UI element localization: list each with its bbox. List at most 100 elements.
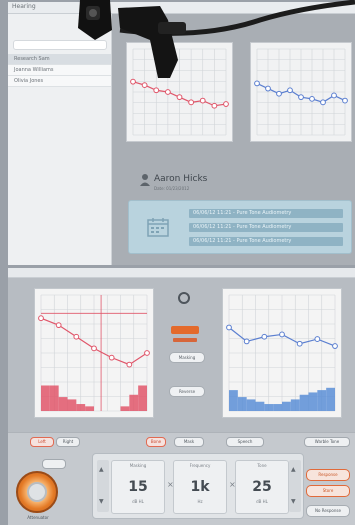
response-button[interactable]: Response <box>306 469 350 481</box>
threshold-marker <box>243 338 250 345</box>
histogram-bar <box>282 401 291 411</box>
gain-stepper[interactable]: ▲ ▼ <box>289 460 301 512</box>
frequency-cell: Frequency 1k Hz <box>173 460 227 514</box>
sessions-panel: 06/06/12 11:21 - Pure Tone Audiometry 06… <box>128 200 352 254</box>
right-ear-button[interactable]: Right <box>56 437 80 447</box>
level-value: 15 <box>128 479 148 495</box>
attenuator-label: Attenuator <box>27 515 49 520</box>
histogram-bar <box>317 390 327 411</box>
threshold-marker <box>199 97 206 104</box>
parameter-panel: ▲ ▼ Masking 15 dB HL × Frequency 1k Hz ×… <box>92 453 304 519</box>
level-label: Masking <box>129 463 147 468</box>
session-row[interactable]: 06/06/12 11:21 - Pure Tone Audiometry <box>189 223 343 232</box>
histogram-bar <box>76 404 86 411</box>
calendar-icon <box>147 218 169 237</box>
threshold-marker <box>108 354 115 361</box>
threshold-marker <box>320 99 326 106</box>
chevron-up-icon[interactable]: ▲ <box>99 466 104 473</box>
frequency-unit: Hz <box>197 499 203 504</box>
gain-cell: Tone 25 dB HL <box>235 460 289 514</box>
chevron-down-icon[interactable]: ▼ <box>99 498 104 505</box>
threshold-marker <box>211 102 218 109</box>
histogram-bar <box>120 406 130 411</box>
threshold-marker <box>144 350 150 356</box>
ear-toggle[interactable] <box>42 459 66 469</box>
gain-unit: dB HL <box>256 499 268 504</box>
reverse-button[interactable]: Reverse <box>169 386 205 397</box>
patient-name: Aaron Hicks <box>154 174 208 184</box>
bone-button[interactable]: Bone <box>146 437 166 447</box>
chevron-up-icon[interactable]: ▲ <box>291 466 296 473</box>
session-row[interactable]: 06/06/12 11:21 - Pure Tone Audiometry <box>189 209 343 218</box>
histogram-bar <box>326 387 335 411</box>
speech-button[interactable]: Speech <box>226 437 264 447</box>
histogram-bar <box>237 397 247 411</box>
patient-id: Date: 01/23/2012 <box>154 186 190 191</box>
threshold-marker <box>298 94 304 101</box>
left-ear-button[interactable]: Left <box>30 437 54 447</box>
histogram-bar <box>58 397 68 411</box>
threshold-marker <box>38 315 44 322</box>
status-indicator <box>171 326 199 334</box>
histogram-bar <box>49 385 59 411</box>
chevron-down-icon[interactable]: ▼ <box>291 498 296 505</box>
threshold-marker <box>176 94 183 101</box>
histogram-bar <box>41 385 50 411</box>
level-cell: Masking 15 dB HL <box>111 460 165 514</box>
histogram-bar <box>129 394 139 411</box>
frequency-label: Frequency <box>189 463 211 468</box>
status-indicator-bar <box>173 338 197 342</box>
session-row[interactable]: 06/06/12 11:21 - Pure Tone Audiometry <box>189 237 343 246</box>
histogram-bar <box>255 401 265 411</box>
threshold-marker <box>91 345 97 352</box>
threshold-marker <box>314 336 321 342</box>
threshold-marker <box>296 340 303 347</box>
threshold-marker <box>73 333 80 340</box>
threshold-marker <box>342 97 348 104</box>
histogram-bar <box>290 399 300 411</box>
person-icon <box>140 174 150 186</box>
test-chart-left-plot <box>38 294 150 412</box>
threshold-marker <box>126 361 133 368</box>
threshold-marker <box>279 331 285 338</box>
test-chart-right <box>222 288 342 418</box>
no-response-button[interactable]: No Response <box>306 505 350 517</box>
histogram-bar <box>85 406 94 411</box>
store-button[interactable]: Store <box>306 485 350 497</box>
mask-button[interactable]: Mask <box>174 437 204 447</box>
histogram-bar <box>67 399 77 411</box>
threshold-marker <box>223 101 229 107</box>
histogram-bar <box>246 399 256 411</box>
level-unit: dB HL <box>132 499 144 504</box>
app-screenshot: Hearing Research Sam Joanna Williams Oli… <box>0 0 355 525</box>
threshold-marker <box>55 322 62 329</box>
patient-header: Aaron Hicks Date: 01/23/2012 <box>140 170 350 200</box>
clock-icon[interactable] <box>178 292 190 304</box>
control-strip: Left Right Bone Mask Speech Warble Tone … <box>8 432 355 525</box>
threshold-marker <box>226 324 232 331</box>
threshold-marker <box>331 92 337 99</box>
warble-tone-button[interactable]: Warble Tone <box>304 437 350 447</box>
histogram-bar <box>299 394 309 411</box>
histogram-bar <box>264 404 274 411</box>
histogram-bar <box>138 385 147 411</box>
gain-label: Tone <box>257 463 267 468</box>
test-chart-right-plot <box>226 294 338 412</box>
threshold-marker <box>332 343 338 349</box>
gain-value: 25 <box>252 479 272 495</box>
bottom-title-bar <box>8 268 355 278</box>
histogram-bar <box>273 404 282 411</box>
level-stepper[interactable]: ▲ ▼ <box>97 460 109 512</box>
attenuator-knob[interactable] <box>16 471 58 513</box>
bottom-screen: Masking Reverse Left Right Bone Mask Spe… <box>8 268 355 525</box>
center-controls: Masking Reverse <box>156 288 218 428</box>
histogram-bar <box>229 390 238 411</box>
threshold-marker <box>261 333 268 340</box>
threshold-marker <box>164 89 171 95</box>
threshold-marker <box>276 90 282 97</box>
histogram-bar <box>308 392 318 411</box>
threshold-marker <box>309 95 315 102</box>
headphones-photo <box>78 0 355 78</box>
masking-button[interactable]: Masking <box>169 352 205 363</box>
threshold-marker <box>188 99 195 106</box>
